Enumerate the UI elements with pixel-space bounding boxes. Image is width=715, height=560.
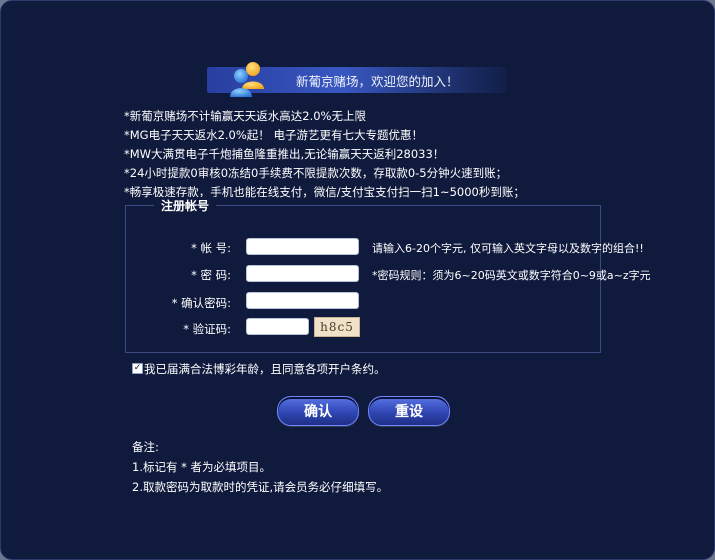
footer-item: 2.取款密码为取款时的凭证,请会员务必仔细填写。 [132,480,389,494]
confirm-button[interactable]: 确认 [277,396,359,426]
captcha-input[interactable] [246,318,309,335]
confirm-password-label: * 确认密码: [171,296,231,310]
confirm-password-input[interactable] [246,292,359,309]
account-label: * 帐 号: [191,241,231,255]
notice-item: *24小时提款0审核0冻结0手续费不限提款次数，存取款0-5分钟火速到账； [124,166,508,180]
reset-button[interactable]: 重设 [368,396,450,426]
captcha-image[interactable]: h8c5 [314,317,360,337]
agreement-checkbox[interactable]: ✓ [132,363,143,374]
fieldset-legend: 注册帐号 [154,197,217,214]
promo-notices: *新葡京赌场不计输赢天天返水高达2.0%无上限 *MG电子天天返水2.0%起！ … [124,107,525,202]
password-hint: *密码规则：须为6~20码英文或数字符合0~9或a~z字元 [372,269,651,282]
password-input[interactable] [246,265,359,282]
agreement-text: 我已届满合法博彩年龄，且同意各项开户条约。 [144,362,386,376]
footer-title: 备注: [132,440,159,454]
notice-item: *MW大满贯电子千炮捕鱼隆重推出,无论输赢天天返利28033！ [124,147,445,161]
notice-item: *MG电子天天返水2.0%起！ 电子游艺更有七大专题优惠！ [124,128,423,142]
captcha-label: * 验证码: [183,322,231,336]
footer-notes: 备注: 1.标记有 * 者为必填项目。 2.取款密码为取款时的凭证,请会员务必仔… [132,437,388,497]
welcome-text: 新葡京赌场，欢迎您的加入！ [296,74,459,89]
account-hint: 请输入6-20个字元, 仅可输入英文字母以及数字的组合!! [372,242,644,255]
account-input[interactable] [246,238,359,255]
notice-item: *新葡京赌场不计输赢天天返水高达2.0%无上限 [124,109,366,123]
password-label: * 密 码: [191,268,231,282]
registration-panel: 新葡京赌场，欢迎您的加入！ *新葡京赌场不计输赢天天返水高达2.0%无上限 *M… [0,0,715,560]
users-icon [230,62,264,97]
footer-item: 1.标记有 * 者为必填项目。 [132,460,272,474]
